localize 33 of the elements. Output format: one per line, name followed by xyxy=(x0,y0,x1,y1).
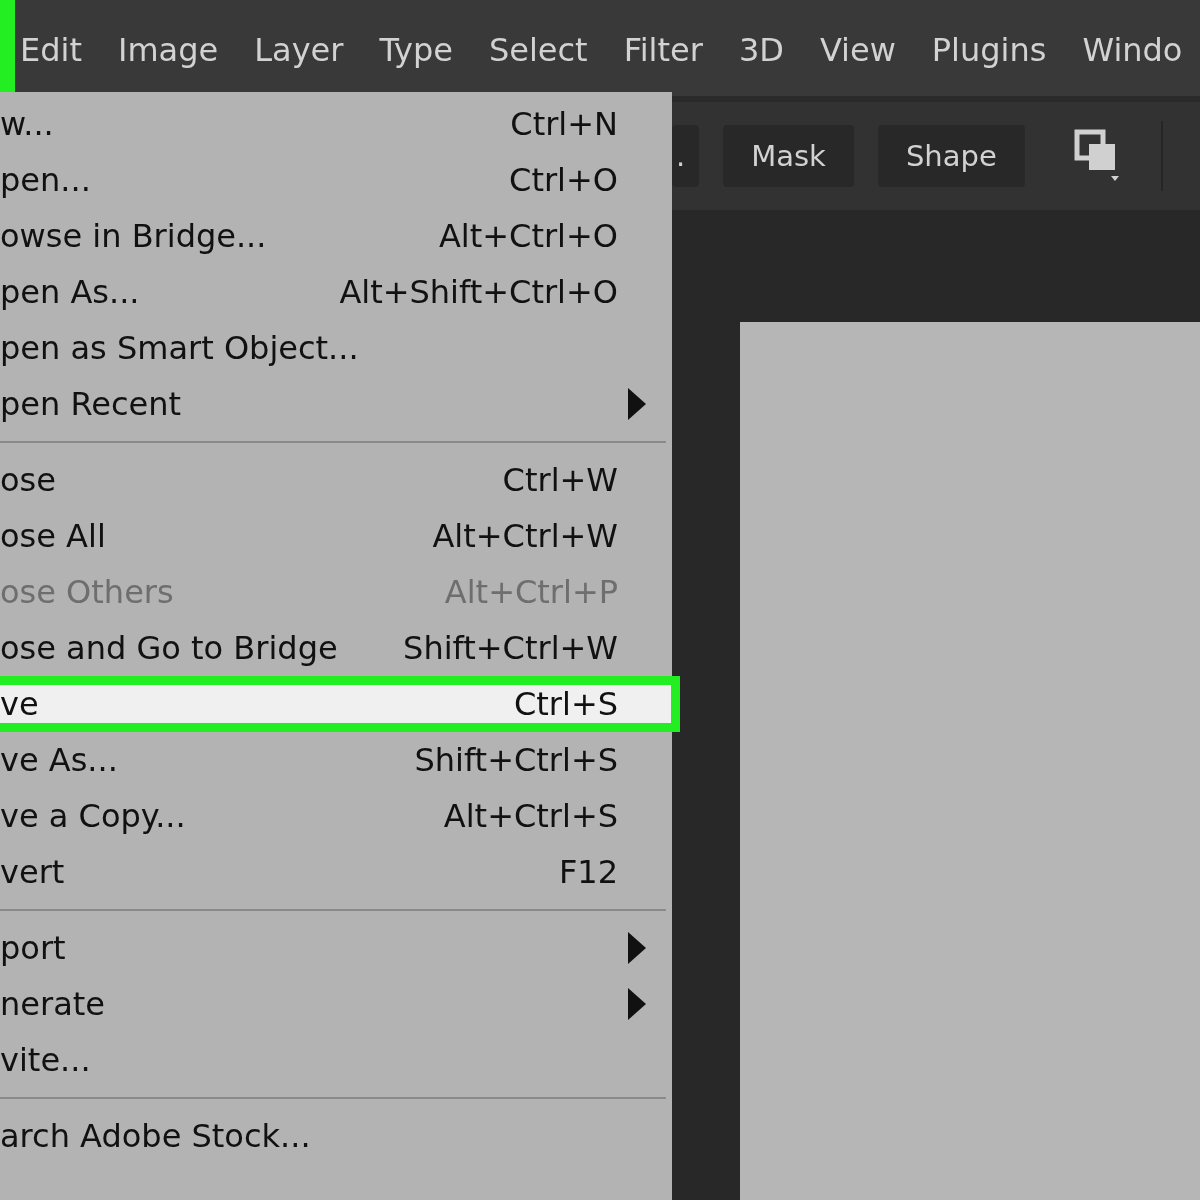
menu-bar-item[interactable]: Filter xyxy=(623,27,703,69)
menu-item[interactable]: vite... xyxy=(0,1032,672,1088)
menu-bar-item[interactable]: View xyxy=(819,27,896,69)
menu-bar-item[interactable]: Type xyxy=(379,27,453,69)
menu-bar-item[interactable]: 3D xyxy=(738,27,784,69)
menu-item[interactable]: ose Ctrl+W xyxy=(0,452,672,508)
menu-item[interactable]: port xyxy=(0,920,672,976)
menu-item[interactable]: pen... Ctrl+O xyxy=(0,152,672,208)
menu-item[interactable]: pen as Smart Object... xyxy=(0,320,672,376)
menu-item[interactable]: ose All Alt+Ctrl+W xyxy=(0,508,672,564)
menu-item[interactable]: pen Recent xyxy=(0,376,672,432)
submenu-arrow-icon xyxy=(628,388,646,420)
menu-item[interactable]: ve a Copy... Alt+Ctrl+S xyxy=(0,788,672,844)
menu-item[interactable]: ve Ctrl+S xyxy=(0,676,680,732)
submenu-arrow-icon xyxy=(628,932,646,964)
menu-item[interactable]: ose and Go to Bridge Shift+Ctrl+W xyxy=(0,620,672,676)
menu-item[interactable]: owse in Bridge... Alt+Ctrl+O xyxy=(0,208,672,264)
menu-item[interactable]: arch Adobe Stock... xyxy=(0,1108,672,1164)
menu-item[interactable]: pen As... Alt+Shift+Ctrl+O xyxy=(0,264,672,320)
menu-bar-item[interactable]: Image xyxy=(117,27,219,69)
menu-bar-item[interactable]: Layer xyxy=(254,27,344,69)
option-button[interactable]: Shape xyxy=(877,125,1025,187)
menu-item[interactable]: vert F12 xyxy=(0,844,672,900)
menu-bar-item[interactable]: Edit xyxy=(20,27,82,69)
menu-bar-item[interactable]: Windo xyxy=(1082,27,1183,69)
menu-item[interactable]: ve As... Shift+Ctrl+S xyxy=(0,732,672,788)
submenu-arrow-icon xyxy=(628,988,646,1020)
menu-item[interactable]: w... Ctrl+N xyxy=(0,96,672,152)
menu-bar-item[interactable]: Select xyxy=(488,27,588,69)
menu-bar-item[interactable]: Plugins xyxy=(931,27,1047,69)
menu-item[interactable]: nerate xyxy=(0,976,672,1032)
option-button[interactable]: . xyxy=(672,125,700,187)
option-button[interactable]: Mask xyxy=(723,125,854,187)
